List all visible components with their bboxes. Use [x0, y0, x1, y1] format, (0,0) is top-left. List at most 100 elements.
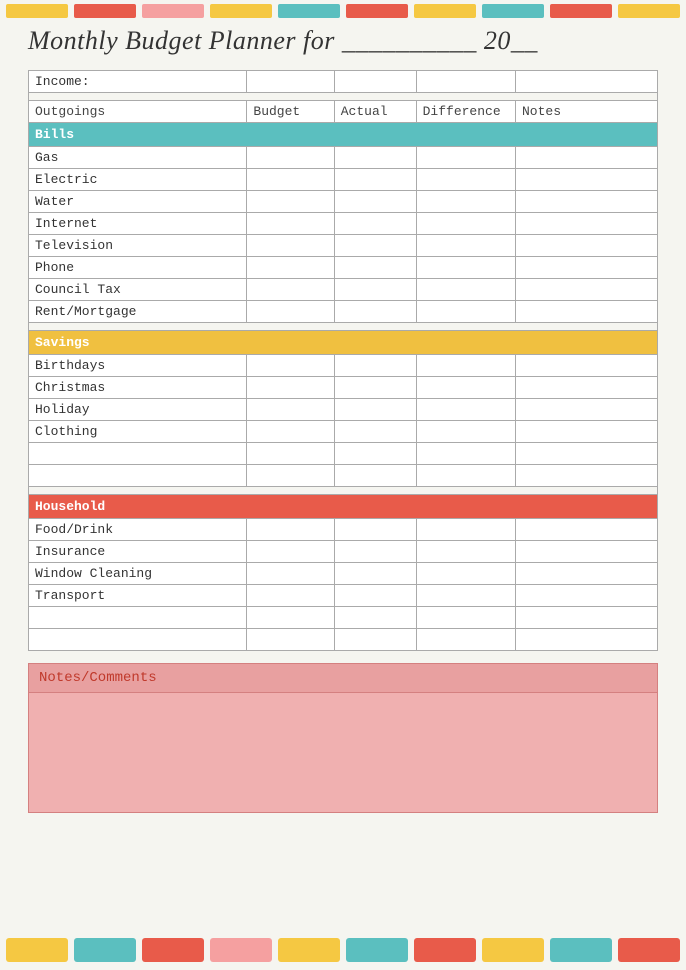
row-diff-council-tax[interactable]: [416, 279, 515, 301]
row-diff-gas[interactable]: [416, 147, 515, 169]
row-actual-christmas[interactable]: [334, 377, 416, 399]
row-budget-transport[interactable]: [247, 585, 334, 607]
row-notes-transport[interactable]: [516, 585, 658, 607]
row-notes-holiday[interactable]: [516, 399, 658, 421]
row-actual-holiday[interactable]: [334, 399, 416, 421]
table-row: Birthdays: [29, 355, 658, 377]
row-budget-council-tax[interactable]: [247, 279, 334, 301]
row-actual-internet[interactable]: [334, 213, 416, 235]
row-notes-rent-mortgage[interactable]: [516, 301, 658, 323]
row-diff-holiday[interactable]: [416, 399, 515, 421]
row-budget-holiday[interactable]: [247, 399, 334, 421]
row-diff-transport[interactable]: [416, 585, 515, 607]
bottom-bar-block-6: [346, 938, 408, 962]
row-budget-birthdays[interactable]: [247, 355, 334, 377]
row-notes-gas[interactable]: [516, 147, 658, 169]
table-row: Phone: [29, 257, 658, 279]
row-budget-insurance[interactable]: [247, 541, 334, 563]
income-notes-cell[interactable]: [516, 71, 658, 93]
income-budget-cell[interactable]: [247, 71, 334, 93]
savings-section-header: Savings: [29, 331, 658, 355]
row-budget-clothing[interactable]: [247, 421, 334, 443]
row-actual-transport[interactable]: [334, 585, 416, 607]
row-empty-4[interactable]: [29, 629, 247, 651]
row-diff-christmas[interactable]: [416, 377, 515, 399]
top-bar-block-9: [550, 4, 612, 18]
row-budget-television[interactable]: [247, 235, 334, 257]
table-row: [29, 465, 658, 487]
row-diff-rent-mortgage[interactable]: [416, 301, 515, 323]
row-diff-water[interactable]: [416, 191, 515, 213]
row-notes-television[interactable]: [516, 235, 658, 257]
header-actual: Actual: [334, 101, 416, 123]
household-section-header: Household: [29, 495, 658, 519]
row-budget-food-drink[interactable]: [247, 519, 334, 541]
row-diff-clothing[interactable]: [416, 421, 515, 443]
spacer-3: [29, 487, 658, 495]
income-difference-cell[interactable]: [416, 71, 515, 93]
row-actual-electric[interactable]: [334, 169, 416, 191]
row-actual-water[interactable]: [334, 191, 416, 213]
row-budget-rent-mortgage[interactable]: [247, 301, 334, 323]
row-actual-council-tax[interactable]: [334, 279, 416, 301]
row-empty-1[interactable]: [29, 443, 247, 465]
row-budget-water[interactable]: [247, 191, 334, 213]
row-diff-electric[interactable]: [416, 169, 515, 191]
row-actual-birthdays[interactable]: [334, 355, 416, 377]
row-notes-insurance[interactable]: [516, 541, 658, 563]
row-notes-water[interactable]: [516, 191, 658, 213]
row-actual-rent-mortgage[interactable]: [334, 301, 416, 323]
row-notes-electric[interactable]: [516, 169, 658, 191]
row-actual-insurance[interactable]: [334, 541, 416, 563]
row-label-gas: Gas: [29, 147, 247, 169]
page: Monthly Budget Planner for __________ 20…: [0, 0, 686, 970]
row-empty-3[interactable]: [29, 607, 247, 629]
header-budget: Budget: [247, 101, 334, 123]
income-label: Income:: [29, 71, 247, 93]
row-diff-phone[interactable]: [416, 257, 515, 279]
table-row: Council Tax: [29, 279, 658, 301]
row-actual-food-drink[interactable]: [334, 519, 416, 541]
table-row: Clothing: [29, 421, 658, 443]
row-budget-gas[interactable]: [247, 147, 334, 169]
table-row: [29, 629, 658, 651]
top-bar-block-7: [414, 4, 476, 18]
row-notes-clothing[interactable]: [516, 421, 658, 443]
row-diff-birthdays[interactable]: [416, 355, 515, 377]
table-row: [29, 443, 658, 465]
row-budget-christmas[interactable]: [247, 377, 334, 399]
row-label-rent-mortgage: Rent/Mortgage: [29, 301, 247, 323]
row-notes-internet[interactable]: [516, 213, 658, 235]
row-diff-internet[interactable]: [416, 213, 515, 235]
row-budget-internet[interactable]: [247, 213, 334, 235]
row-diff-insurance[interactable]: [416, 541, 515, 563]
row-actual-gas[interactable]: [334, 147, 416, 169]
table-row: Electric: [29, 169, 658, 191]
row-budget-window-cleaning[interactable]: [247, 563, 334, 585]
row-empty-2[interactable]: [29, 465, 247, 487]
bottom-bar-block-1: [6, 938, 68, 962]
row-notes-christmas[interactable]: [516, 377, 658, 399]
bottom-bar-block-5: [278, 938, 340, 962]
table-row: Internet: [29, 213, 658, 235]
row-budget-electric[interactable]: [247, 169, 334, 191]
row-actual-window-cleaning[interactable]: [334, 563, 416, 585]
income-actual-cell[interactable]: [334, 71, 416, 93]
row-notes-birthdays[interactable]: [516, 355, 658, 377]
notes-body[interactable]: [28, 693, 658, 813]
row-label-insurance: Insurance: [29, 541, 247, 563]
row-notes-phone[interactable]: [516, 257, 658, 279]
row-budget-phone[interactable]: [247, 257, 334, 279]
bottom-color-bar: [0, 930, 686, 970]
row-notes-window-cleaning[interactable]: [516, 563, 658, 585]
row-actual-clothing[interactable]: [334, 421, 416, 443]
row-actual-phone[interactable]: [334, 257, 416, 279]
row-diff-food-drink[interactable]: [416, 519, 515, 541]
row-notes-food-drink[interactable]: [516, 519, 658, 541]
row-diff-television[interactable]: [416, 235, 515, 257]
row-notes-council-tax[interactable]: [516, 279, 658, 301]
row-actual-television[interactable]: [334, 235, 416, 257]
header-notes: Notes: [516, 101, 658, 123]
top-bar-block-5: [278, 4, 340, 18]
row-diff-window-cleaning[interactable]: [416, 563, 515, 585]
